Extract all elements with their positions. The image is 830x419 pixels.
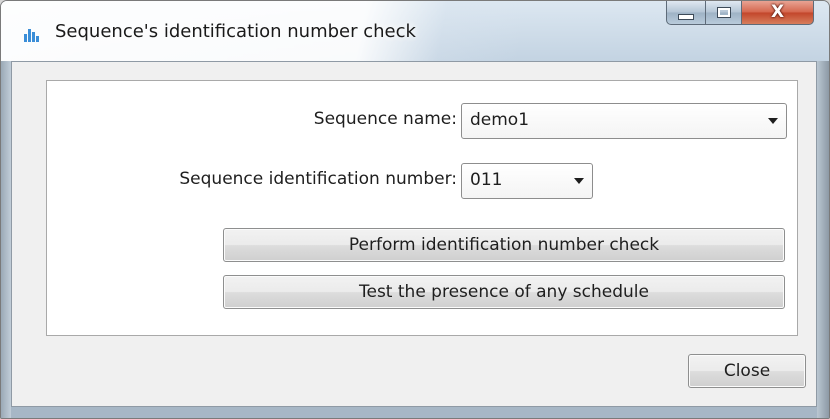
window-frame-right bbox=[817, 1, 829, 418]
sequence-id-dropdown[interactable]: 011 bbox=[461, 163, 593, 199]
minimize-button[interactable] bbox=[666, 1, 706, 25]
sequence-id-value: 011 bbox=[470, 170, 503, 190]
close-button[interactable]: Close bbox=[688, 354, 806, 388]
sequence-name-label: Sequence name: bbox=[313, 109, 457, 129]
sequence-groupbox: Sequence name: demo1 Sequence identifica… bbox=[46, 80, 798, 336]
window-frame-left bbox=[1, 1, 11, 418]
sequence-name-value: demo1 bbox=[470, 110, 530, 130]
test-schedule-button[interactable]: Test the presence of any schedule bbox=[223, 275, 785, 309]
perform-check-button[interactable]: Perform identification number check bbox=[223, 228, 785, 262]
close-icon: X bbox=[770, 2, 785, 22]
bar-chart-icon bbox=[23, 26, 41, 42]
dialog-client-area: Sequence name: demo1 Sequence identifica… bbox=[11, 61, 817, 407]
close-window-button[interactable]: X bbox=[742, 1, 814, 25]
sequence-id-label: Sequence identification number: bbox=[179, 169, 457, 189]
chevron-down-icon bbox=[768, 118, 778, 124]
maximize-icon bbox=[716, 7, 731, 18]
chevron-down-icon bbox=[574, 178, 584, 184]
caption-buttons: X bbox=[666, 1, 814, 27]
maximize-button[interactable] bbox=[706, 1, 742, 25]
dialog-window: Sequence's identification number check X… bbox=[0, 0, 830, 419]
window-title: Sequence's identification number check bbox=[55, 21, 416, 42]
title-bar[interactable]: Sequence's identification number check X bbox=[1, 1, 829, 61]
minimize-icon bbox=[678, 13, 694, 20]
sequence-name-dropdown[interactable]: demo1 bbox=[461, 103, 787, 139]
